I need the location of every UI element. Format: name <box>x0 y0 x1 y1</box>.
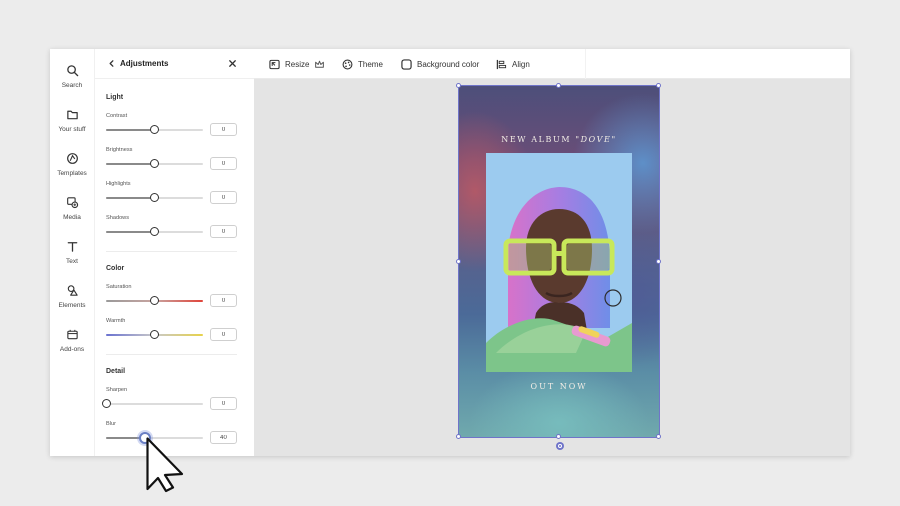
media-icon <box>66 197 78 209</box>
theme-label: Theme <box>358 59 383 69</box>
adjustments-panel: Adjustments Light Contrast Brightness Hi… <box>94 49 255 456</box>
top-toolbar: Resize Theme Background color Align <box>254 49 850 79</box>
rotate-handle[interactable] <box>556 442 564 450</box>
sharpen-value-input[interactable] <box>210 397 237 410</box>
portrait-photo[interactable] <box>486 153 632 372</box>
sharpen-slider[interactable] <box>101 399 203 408</box>
saturation-slider[interactable] <box>106 296 203 305</box>
rail-label: Your stuff <box>58 126 86 133</box>
slider-label-brightness: Brightness <box>106 147 133 153</box>
text-icon <box>67 242 77 252</box>
slider-fill <box>106 197 155 199</box>
section-title-detail: Detail <box>106 368 126 375</box>
section-divider <box>106 354 237 355</box>
blur-value-input[interactable] <box>210 431 237 444</box>
resize-icon <box>269 59 280 69</box>
highlights-slider[interactable] <box>106 193 203 202</box>
saturation-value-input[interactable] <box>210 294 237 307</box>
rail-item-search[interactable]: Search <box>50 62 94 102</box>
align-label: Align <box>512 59 530 69</box>
slider-thumb-active[interactable] <box>138 432 151 444</box>
slider-fill <box>106 163 155 165</box>
folder-icon <box>66 110 78 120</box>
rail-label: Text <box>66 258 78 265</box>
canvas-area[interactable]: NEW ALBUM "DOVE" OUT NOW <box>254 79 850 456</box>
slider-thumb[interactable] <box>150 296 159 305</box>
slider-thumb[interactable] <box>150 159 159 168</box>
rail-label: Add-ons <box>59 346 85 353</box>
cta-text[interactable]: OUT NOW <box>459 382 659 391</box>
slider-label-blur: Blur <box>106 421 116 427</box>
blur-slider[interactable] <box>106 432 203 444</box>
search-icon <box>66 65 78 77</box>
slider-label-shadows: Shadows <box>106 215 130 221</box>
slider-label-contrast: Contrast <box>106 113 128 119</box>
rail-item-your-stuff[interactable]: Your stuff <box>50 106 94 146</box>
rail-label: Elements <box>58 302 86 309</box>
contrast-slider[interactable] <box>106 125 203 134</box>
rail-label: Templates <box>57 170 87 177</box>
slider-fill <box>106 231 155 233</box>
resize-label: Resize <box>285 59 310 69</box>
headline-album-title: "DOVE" <box>575 135 617 144</box>
slider-fill <box>106 129 155 131</box>
slider-thumb[interactable] <box>150 193 159 202</box>
slider-thumb[interactable] <box>150 330 159 339</box>
elements-icon <box>67 285 78 296</box>
design-page[interactable]: NEW ALBUM "DOVE" OUT NOW <box>459 86 659 437</box>
background-color-button[interactable]: Background color <box>401 57 479 71</box>
section-title-color: Color <box>106 265 125 272</box>
section-divider <box>106 251 237 252</box>
portrait-image <box>486 153 632 372</box>
editor-window: Search Your stuff Templates Media Text E… <box>50 49 850 456</box>
align-left-icon <box>496 59 507 69</box>
background-color-label: Background color <box>417 59 480 69</box>
headline-prefix: NEW ALBUM <box>501 135 572 144</box>
rail-item-add-ons[interactable]: Add-ons <box>50 326 94 366</box>
panel-title: Adjustments <box>120 59 169 68</box>
slider-label-saturation: Saturation <box>106 284 132 290</box>
rail-item-templates[interactable]: Templates <box>50 150 94 190</box>
align-button[interactable]: Align <box>496 57 530 71</box>
background-color-icon <box>401 58 412 70</box>
slider-thumb[interactable] <box>150 125 159 134</box>
resize-button[interactable]: Resize <box>269 57 325 71</box>
crown-icon <box>315 60 325 68</box>
close-icon[interactable] <box>227 58 238 69</box>
rail-item-text[interactable]: Text <box>50 238 94 278</box>
highlights-value-input[interactable] <box>210 191 237 204</box>
warmth-value-input[interactable] <box>210 328 237 341</box>
slider-label-warmth: Warmth <box>106 318 126 324</box>
theme-button[interactable]: Theme <box>342 57 383 71</box>
theme-icon <box>342 59 353 69</box>
left-rail: Search Your stuff Templates Media Text E… <box>50 49 94 456</box>
rail-item-elements[interactable]: Elements <box>50 282 94 322</box>
rail-label: Media <box>63 214 81 221</box>
toolbar-divider <box>585 49 586 79</box>
slider-thumb[interactable] <box>150 227 159 236</box>
shadows-slider[interactable] <box>106 227 203 236</box>
slider-label-highlights: Highlights <box>106 181 131 187</box>
slider-thumb[interactable] <box>101 399 111 408</box>
rail-item-media[interactable]: Media <box>50 194 94 234</box>
chevron-left-icon[interactable] <box>107 59 116 68</box>
slider-label-sharpen: Sharpen <box>106 387 128 393</box>
rail-label: Search <box>61 82 83 89</box>
contrast-value-input[interactable] <box>210 123 237 136</box>
add-ons-icon <box>66 329 78 340</box>
headline-text[interactable]: NEW ALBUM "DOVE" <box>459 135 659 144</box>
panel-header: Adjustments <box>95 49 255 79</box>
templates-icon <box>66 153 78 164</box>
brightness-slider[interactable] <box>106 159 203 168</box>
warmth-slider[interactable] <box>106 330 203 339</box>
shadows-value-input[interactable] <box>210 225 237 238</box>
brightness-value-input[interactable] <box>210 157 237 170</box>
section-title-light: Light <box>106 94 124 101</box>
